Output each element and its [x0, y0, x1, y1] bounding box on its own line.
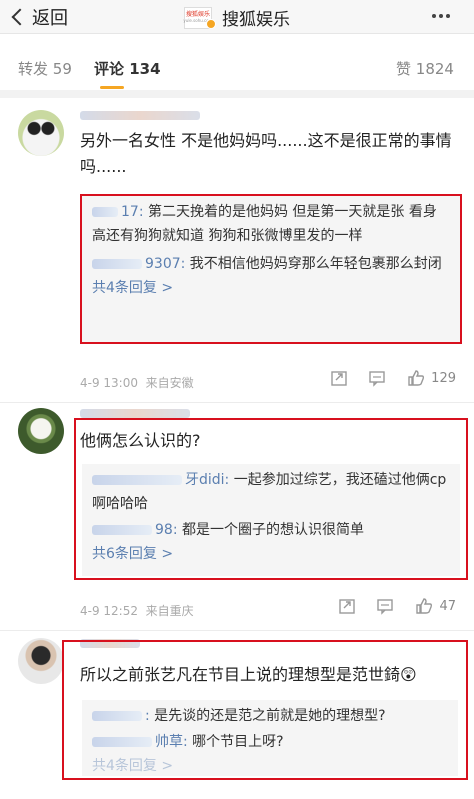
tab-repost[interactable]: 转发 59 [18, 58, 72, 79]
like-button[interactable]: 129 [406, 368, 456, 388]
reply-username-blur [92, 525, 152, 535]
avatar[interactable] [18, 408, 64, 454]
repost-icon[interactable] [338, 597, 356, 615]
account-title: 搜狐娱乐 [222, 10, 290, 30]
account-header[interactable]: 搜狐娱乐 yule.sohu.com 搜狐娱乐 [183, 5, 290, 30]
like-icon [408, 370, 425, 386]
comment-icon[interactable] [376, 597, 394, 615]
reply-username-blur [92, 711, 142, 721]
reply-preview-box[interactable]: 17: 第二天挽着的是他妈妈 但是第一天就是张 看身高还有狗狗就知道 狗狗和张微… [80, 194, 462, 344]
like-icon [416, 598, 433, 614]
comment-actions: 129 [330, 368, 456, 388]
verified-badge-icon [206, 18, 216, 29]
reply-item: : 是先谈的还是范之前就是她的理想型? [92, 704, 448, 728]
tab-bar: 转发 59 评论 134 赞 1824 [0, 34, 474, 90]
section-separator [0, 90, 474, 98]
comment-meta: 4-9 13:00 来自安徽 [80, 376, 194, 390]
comment-meta: 4-9 12:52 来自重庆 [80, 604, 194, 618]
comment-username[interactable] [80, 108, 200, 122]
reply-preview-box[interactable]: 牙didi: 一起参加过综艺，我还磕过他俩cp啊哈哈哈 98: 都是一个圈子的想… [82, 464, 460, 576]
reply-username-blur [92, 259, 142, 269]
comment-item: 另外一名女性 不是他妈妈吗......这不是很正常的事情吗...... 17: … [0, 98, 474, 403]
tab-comments[interactable]: 评论 134 [94, 58, 161, 79]
more-dots-icon[interactable] [432, 14, 450, 18]
comment-item: 所以之前张艺凡在节目上说的理想型是范世錡😲 : 是先谈的还是范之前就是她的理想型… [0, 634, 474, 799]
comment-actions: 47 [338, 596, 456, 616]
like-count: 129 [431, 370, 456, 386]
more-replies-link[interactable]: 共4条回复 > [92, 754, 448, 778]
more-replies-link[interactable]: 共6条回复 > [92, 542, 450, 566]
reply-item: 9307: 我不相信他妈妈穿那么年轻包裹那么封闭 [92, 252, 450, 276]
chevron-left-icon [11, 8, 29, 26]
reply-username-blur [92, 207, 118, 217]
comment-text: 另外一名女性 不是他妈妈吗......这不是很正常的事情吗...... [80, 131, 452, 176]
avatar[interactable] [18, 110, 64, 156]
avatar[interactable] [18, 638, 64, 684]
reply-item: 17: 第二天挽着的是他妈妈 但是第一天就是张 看身高还有狗狗就知道 狗狗和张微… [92, 204, 437, 244]
like-count: 47 [439, 598, 456, 614]
like-button[interactable]: 47 [414, 596, 456, 616]
active-tab-indicator [100, 86, 124, 89]
repost-icon[interactable] [330, 369, 348, 387]
reply-item: 牙didi: 一起参加过综艺，我还磕过他俩cp啊哈哈哈 [92, 472, 447, 512]
reply-preview-box[interactable]: : 是先谈的还是范之前就是她的理想型? 帅草: 哪个节目上呀? 共4条回复 > [82, 700, 458, 776]
comment-item: 他俩怎么认识的? 牙didi: 一起参加过综艺，我还磕过他俩cp啊哈哈哈 98:… [0, 404, 474, 631]
reply-item: 98: 都是一个圈子的想认识很简单 [92, 518, 450, 542]
comment-icon[interactable] [368, 369, 386, 387]
divider [0, 402, 474, 403]
reply-username-blur [92, 475, 182, 485]
comment-text: 所以之前张艺凡在节目上说的理想型是范世錡😲 [80, 665, 417, 684]
back-label: 返回 [32, 8, 68, 29]
back-button[interactable]: 返回 [8, 4, 68, 30]
more-replies-link[interactable]: 共4条回复 > [92, 276, 450, 300]
top-bar: 返回 搜狐娱乐 yule.sohu.com 搜狐娱乐 [0, 0, 474, 34]
reply-username-blur [92, 737, 152, 747]
tab-likes[interactable]: 赞 1824 [396, 58, 454, 79]
divider [0, 630, 474, 631]
reply-item: 帅草: 哪个节目上呀? [92, 730, 448, 754]
